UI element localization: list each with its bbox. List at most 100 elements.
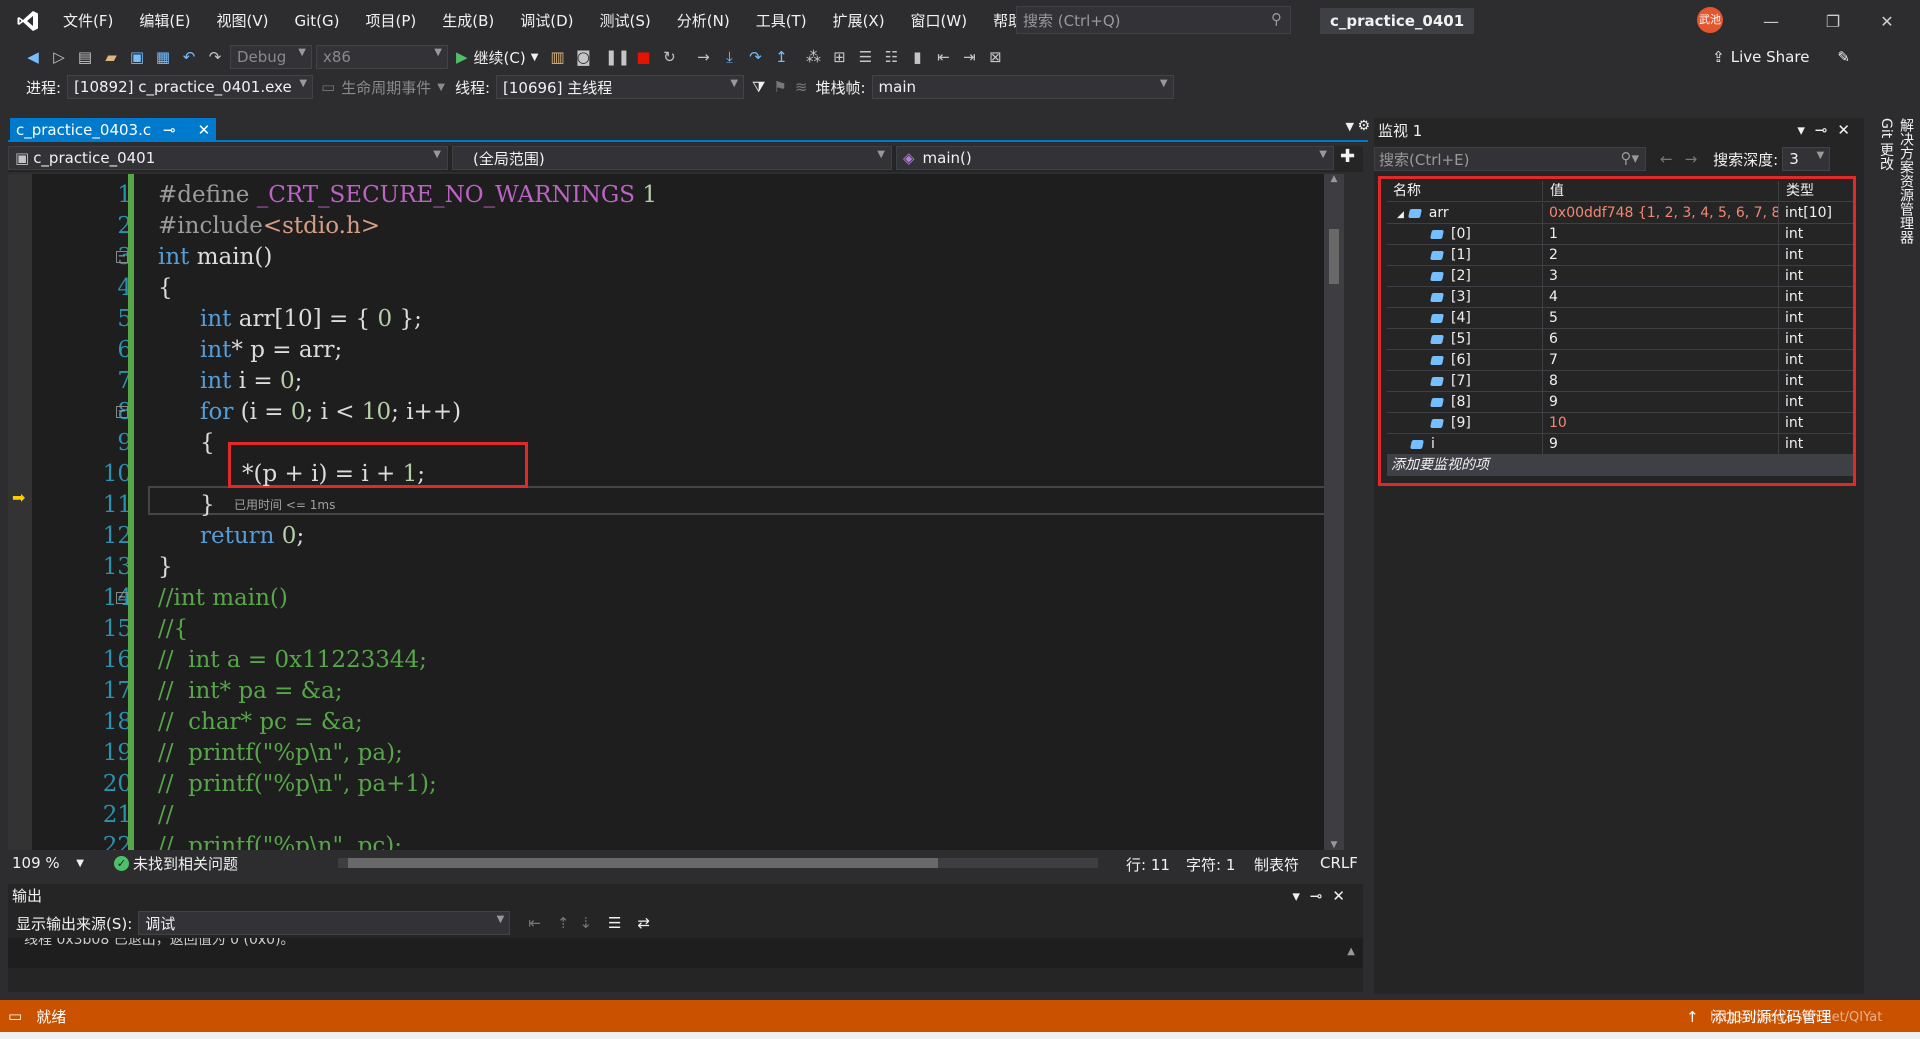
watch-row[interactable]: [5] 6 int: [1387, 329, 1853, 350]
glyph-margin[interactable]: ➡: [8, 174, 32, 850]
code-line[interactable]: #define _CRT_SECURE_NO_WARNINGS 1: [158, 180, 657, 211]
restore-button[interactable]: ❐: [1810, 0, 1856, 42]
scrollbar-thumb[interactable]: [1329, 229, 1339, 284]
tabs-indicator[interactable]: 制表符: [1254, 854, 1299, 875]
watch-value-cell[interactable]: 2: [1544, 245, 1779, 266]
quick-search-input[interactable]: 搜索 (Ctrl+Q) ⚲: [1016, 6, 1291, 34]
watch-value-cell[interactable]: 9: [1544, 434, 1779, 455]
watch-row[interactable]: [7] 8 int: [1387, 371, 1853, 392]
watch-column-header[interactable]: 值: [1544, 181, 1779, 202]
next-bookmark-icon[interactable]: ⇥: [958, 45, 980, 69]
menu-item[interactable]: 项目(P): [353, 0, 430, 42]
watch-column-header[interactable]: 类型: [1780, 181, 1853, 202]
search-next-icon[interactable]: →: [1685, 150, 1698, 168]
find-message-icon[interactable]: ⇤: [528, 914, 541, 932]
process-combo[interactable]: [10892] c_practice_0401.exe ▼: [67, 75, 314, 99]
menu-item[interactable]: Git(G): [282, 0, 353, 42]
eol-indicator[interactable]: CRLF: [1320, 854, 1358, 872]
h-scrollbar-thumb[interactable]: [348, 858, 938, 868]
watch-row[interactable]: [0] 1 int: [1387, 224, 1853, 245]
code-line[interactable]: #include<stdio.h>: [158, 211, 380, 242]
save-all-icon[interactable]: ▦: [152, 45, 174, 69]
watch-value-cell[interactable]: 5: [1544, 308, 1779, 329]
clear-bookmarks-icon[interactable]: ⊠: [984, 45, 1006, 69]
watch-row[interactable]: [3] 4 int: [1387, 287, 1853, 308]
pin-icon[interactable]: ⊸: [163, 121, 176, 139]
menu-item[interactable]: 窗口(W): [898, 0, 981, 42]
prev-message-icon[interactable]: ⇡: [557, 914, 570, 932]
code-line[interactable]: // int a = 0x11223344;: [158, 645, 427, 676]
open-folder-icon[interactable]: ▰: [100, 45, 122, 69]
new-project-icon[interactable]: ▤: [74, 45, 96, 69]
hex-display-icon[interactable]: ⁂: [802, 45, 824, 69]
watch-row[interactable]: [4] 5 int: [1387, 308, 1853, 329]
zoom-combo[interactable]: 109 % ▼: [8, 852, 88, 874]
step-into-icon[interactable]: ⤓: [718, 45, 740, 69]
search-depth-combo[interactable]: 3 ▼: [1782, 147, 1831, 171]
fold-toggle-icon[interactable]: −: [116, 406, 128, 418]
code-editor[interactable]: ➡ 1 2 3 4 5 6 7 8 9 10 11 12 13 14 15 16 17 18 19 20 21 22 已用…: [8, 174, 1344, 850]
lifecycle-label[interactable]: 生命周期事件: [341, 77, 431, 98]
watch-value-cell[interactable]: 0x00ddf748 {1, 2, 3, 4, 5, 6, 7, 8, 9, .…: [1544, 203, 1779, 224]
split-icon[interactable]: ✚: [1340, 146, 1355, 172]
menu-item[interactable]: 分析(N): [664, 0, 743, 42]
menu-item[interactable]: 视图(V): [204, 0, 282, 42]
stop-icon[interactable]: ■: [632, 45, 654, 69]
step-out-icon[interactable]: ↥: [770, 45, 792, 69]
project-combo[interactable]: ▣ c_practice_0401 ▼: [8, 146, 448, 170]
stack-icon[interactable]: ≋: [795, 78, 808, 96]
watch-value-cell[interactable]: 4: [1544, 287, 1779, 308]
undo-icon[interactable]: ↶: [178, 45, 200, 69]
feedback-icon[interactable]: ✎: [1837, 48, 1850, 66]
minimize-button[interactable]: —: [1748, 0, 1794, 42]
code-line[interactable]: // printf("%p\n", pc);: [158, 831, 402, 850]
platform-combo[interactable]: x86 ▼: [316, 45, 448, 69]
output-source-combo[interactable]: 调试 ▼: [138, 911, 511, 935]
code-line[interactable]: int main(): [158, 242, 272, 273]
watch-value-cell[interactable]: 9: [1544, 392, 1779, 413]
char-indicator[interactable]: 字符: 1: [1186, 854, 1235, 875]
watch-row[interactable]: ◢ arr0x00ddf748 {1, 2, 3, 4, 5, 6, 7, 8,…: [1387, 203, 1853, 224]
save-icon[interactable]: ▣: [126, 45, 148, 69]
step-over-icon[interactable]: ↷: [744, 45, 766, 69]
code-line[interactable]: {: [158, 273, 173, 304]
code-line[interactable]: // int* pa = &a;: [158, 676, 343, 707]
menu-item[interactable]: 调试(D): [507, 0, 586, 42]
prev-bookmark-icon[interactable]: ⇤: [932, 45, 954, 69]
code-line[interactable]: int* p = arr;: [200, 335, 342, 366]
thread-combo[interactable]: [10696] 主线程 ▼: [496, 75, 745, 99]
code-line[interactable]: }: [200, 490, 215, 521]
code-line[interactable]: int arr[10] = { 0 };: [200, 304, 422, 335]
code-line[interactable]: //: [158, 800, 174, 831]
next-message-icon[interactable]: ⇣: [579, 914, 592, 932]
stack-frame-combo[interactable]: main ▼: [871, 75, 1174, 99]
watch-row[interactable]: [6] 7 int: [1387, 350, 1853, 371]
watch-search-input[interactable]: 搜索(Ctrl+E) ⚲▾: [1374, 147, 1646, 171]
watch-row[interactable]: [2] 3 int: [1387, 266, 1853, 287]
user-avatar[interactable]: 武池: [1697, 7, 1723, 33]
add-watch-row[interactable]: 添加要监视的项: [1387, 455, 1853, 476]
restart-icon[interactable]: ↻: [658, 45, 680, 69]
code-line[interactable]: // printf("%p\n", pa);: [158, 738, 403, 769]
code-line[interactable]: {: [200, 428, 215, 459]
watch-column-header[interactable]: 名称: [1387, 181, 1543, 202]
live-share-button[interactable]: ⇪ Live Share ✎: [1712, 48, 1850, 66]
output-text[interactable]: 线程 0x3b08 已退出，返回值为 0 (0x0)。 ▲: [8, 938, 1363, 968]
close-tab-icon[interactable]: ✕: [198, 121, 211, 139]
code-line[interactable]: int i = 0;: [200, 366, 302, 397]
code-line[interactable]: // printf("%p\n", pa+1);: [158, 769, 437, 800]
watch-value-cell[interactable]: 6: [1544, 329, 1779, 350]
threads-icon[interactable]: ⊞: [828, 45, 850, 69]
menu-item[interactable]: 编辑(E): [126, 0, 203, 42]
watch-grid[interactable]: 名称值类型 ◢ arr 0x00ddf748 {1, 2, 3, 4, 5, 6, …: [1378, 176, 1856, 486]
watch-value-cell[interactable]: 10: [1544, 413, 1779, 434]
process-icon[interactable]: ▥: [546, 45, 568, 69]
watch-value-cell[interactable]: 8: [1544, 371, 1779, 392]
uncomment-icon[interactable]: ☷: [880, 45, 902, 69]
function-combo[interactable]: ◈ main() ▼: [896, 146, 1334, 170]
code-line[interactable]: //{: [158, 614, 188, 645]
pause-icon[interactable]: ❚❚: [605, 45, 630, 69]
back-icon[interactable]: ◀: [22, 45, 44, 69]
configuration-combo[interactable]: Debug ▼: [230, 45, 312, 69]
comment-icon[interactable]: ☰: [854, 45, 876, 69]
